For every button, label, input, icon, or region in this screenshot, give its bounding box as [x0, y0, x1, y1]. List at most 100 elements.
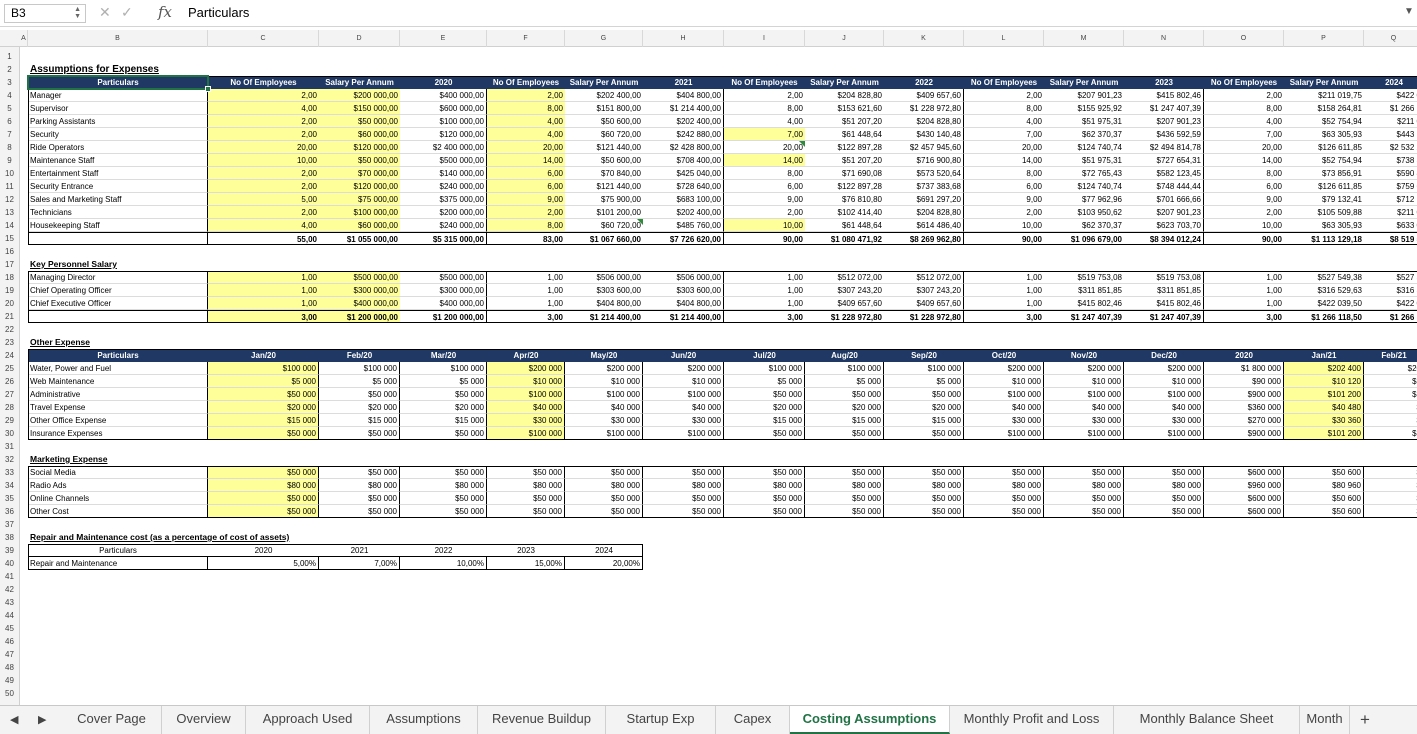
- salary-value[interactable]: $105 509,88: [1284, 206, 1364, 219]
- salary-value[interactable]: $51 975,31: [1044, 115, 1124, 128]
- other-expense-value[interactable]: $50 000: [208, 427, 319, 440]
- salary-row-label[interactable]: Supervisor: [28, 102, 208, 115]
- salary-value[interactable]: $121 440,00: [565, 141, 643, 154]
- other-expense-value[interactable]: $100 000: [487, 388, 565, 401]
- column-header-b[interactable]: B: [28, 30, 208, 47]
- other-expense-value[interactable]: $100 000: [964, 388, 1044, 401]
- key-personnel-value[interactable]: $300 000,00: [400, 284, 487, 297]
- sheet-tab-overview[interactable]: Overview: [162, 706, 246, 734]
- salary-value[interactable]: $211 0: [1364, 115, 1417, 128]
- salary-value[interactable]: $63 305,93: [1284, 128, 1364, 141]
- salary-header-cell[interactable]: Particulars: [28, 76, 208, 89]
- row-header-21[interactable]: 21: [0, 310, 19, 323]
- other-expense-value[interactable]: $30 000: [964, 414, 1044, 427]
- other-expense-value[interactable]: $101 200: [1284, 427, 1364, 440]
- row-header-5[interactable]: 5: [0, 102, 19, 115]
- salary-value[interactable]: $120 000,00: [319, 180, 400, 193]
- salary-value[interactable]: $443 1: [1364, 128, 1417, 141]
- marketing-value[interactable]: $50 000: [565, 492, 643, 505]
- repair-header-cell[interactable]: 2023: [487, 544, 565, 557]
- other-expense-value[interactable]: $1: [1364, 388, 1417, 401]
- salary-value[interactable]: $582 123,45: [1124, 167, 1204, 180]
- row-header-7[interactable]: 7: [0, 128, 19, 141]
- salary-header-cell[interactable]: No Of Employees: [487, 76, 565, 89]
- row-header-46[interactable]: 46: [0, 635, 19, 648]
- marketing-value[interactable]: $50 000: [964, 505, 1044, 518]
- other-expense-value[interactable]: $200 000: [643, 362, 724, 375]
- other-expense-header-cell[interactable]: Particulars: [28, 349, 208, 362]
- salary-value[interactable]: 2,00: [208, 115, 319, 128]
- row-header-28[interactable]: 28: [0, 401, 19, 414]
- row-header-26[interactable]: 26: [0, 375, 19, 388]
- salary-value[interactable]: $211 0: [1364, 206, 1417, 219]
- salary-value[interactable]: $122 897,28: [805, 141, 884, 154]
- salary-value[interactable]: $63 305,93: [1284, 219, 1364, 232]
- salary-total[interactable]: [28, 232, 208, 245]
- salary-header-cell[interactable]: No Of Employees: [724, 76, 805, 89]
- salary-header-cell[interactable]: No Of Employees: [1204, 76, 1284, 89]
- salary-header-cell[interactable]: 2023: [1124, 76, 1204, 89]
- other-expense-value[interactable]: $50 000: [319, 427, 400, 440]
- other-expense-value[interactable]: $40 000: [643, 401, 724, 414]
- key-personnel-value[interactable]: 1,00: [724, 297, 805, 310]
- other-expense-value[interactable]: $200 000: [565, 362, 643, 375]
- salary-value[interactable]: $100 000,00: [400, 115, 487, 128]
- key-personnel-value[interactable]: 1,00: [1204, 297, 1284, 310]
- other-expense-value[interactable]: $30 000: [1124, 414, 1204, 427]
- row-header-12[interactable]: 12: [0, 193, 19, 206]
- key-personnel-value[interactable]: $512 072,00: [884, 271, 964, 284]
- salary-row-label[interactable]: Security Entrance: [28, 180, 208, 193]
- key-personnel-title[interactable]: Key Personnel Salary: [28, 258, 248, 271]
- next-sheet-icon[interactable]: ▶: [38, 713, 46, 726]
- key-personnel-total[interactable]: $1 266 118,50: [1284, 310, 1364, 323]
- salary-value[interactable]: 14,00: [1204, 154, 1284, 167]
- salary-value[interactable]: $158 264,81: [1284, 102, 1364, 115]
- row-header-2[interactable]: 2: [0, 63, 19, 76]
- sheet-tab-capex[interactable]: Capex: [716, 706, 790, 734]
- other-expense-header-cell[interactable]: Jan/21: [1284, 349, 1364, 362]
- salary-value[interactable]: 9,00: [724, 193, 805, 206]
- other-expense-value[interactable]: $900 000: [1204, 388, 1284, 401]
- salary-value[interactable]: 9,00: [487, 193, 565, 206]
- marketing-value[interactable]: $50 000: [487, 492, 565, 505]
- marketing-value[interactable]: $50 000: [643, 505, 724, 518]
- other-expense-value[interactable]: $50 000: [805, 388, 884, 401]
- other-expense-header-cell[interactable]: 2020: [1204, 349, 1284, 362]
- salary-header-cell[interactable]: Salary Per Annum: [1284, 76, 1364, 89]
- salary-value[interactable]: $759 6: [1364, 180, 1417, 193]
- salary-value[interactable]: $75 900,00: [565, 193, 643, 206]
- other-expense-value[interactable]: $5 000: [319, 375, 400, 388]
- salary-value[interactable]: 2,00: [487, 206, 565, 219]
- salary-value[interactable]: 8,00: [487, 219, 565, 232]
- marketing-expense-title[interactable]: Marketing Expense: [28, 453, 208, 466]
- salary-value[interactable]: 2,00: [724, 206, 805, 219]
- row-header-24[interactable]: 24: [0, 349, 19, 362]
- other-expense-value[interactable]: $20 000: [724, 401, 805, 414]
- other-expense-label[interactable]: Other Office Expense: [28, 414, 208, 427]
- marketing-value[interactable]: $50 000: [319, 505, 400, 518]
- other-expense-value[interactable]: $30 000: [643, 414, 724, 427]
- salary-row-label[interactable]: Sales and Marketing Staff: [28, 193, 208, 206]
- salary-total[interactable]: $7 726 620,00: [643, 232, 724, 245]
- key-personnel-value[interactable]: $400 000,00: [319, 297, 400, 310]
- marketing-value[interactable]: $80 000: [1124, 479, 1204, 492]
- key-personnel-value[interactable]: $404 800,00: [643, 297, 724, 310]
- salary-header-cell[interactable]: Salary Per Annum: [1044, 76, 1124, 89]
- salary-value[interactable]: 2,00: [964, 89, 1044, 102]
- other-expense-value[interactable]: $100 000: [964, 427, 1044, 440]
- name-box[interactable]: B3 ▲ ▼: [4, 4, 86, 23]
- row-header-37[interactable]: 37: [0, 518, 19, 531]
- salary-value[interactable]: $2 457 945,60: [884, 141, 964, 154]
- salary-value[interactable]: $72 765,43: [1044, 167, 1124, 180]
- key-personnel-label[interactable]: Chief Operating Officer: [28, 284, 208, 297]
- marketing-value[interactable]: $50 000: [805, 505, 884, 518]
- other-expense-header-cell[interactable]: Mar/20: [400, 349, 487, 362]
- row-header-33[interactable]: 33: [0, 466, 19, 479]
- salary-value[interactable]: 8,00: [1204, 167, 1284, 180]
- salary-total[interactable]: 83,00: [487, 232, 565, 245]
- key-personnel-total[interactable]: [28, 310, 208, 323]
- sheet-tab-month[interactable]: Month: [1300, 706, 1350, 734]
- other-expense-value[interactable]: $100 000: [643, 427, 724, 440]
- salary-value[interactable]: $404 800,00: [643, 89, 724, 102]
- salary-total[interactable]: $1 096 679,00: [1044, 232, 1124, 245]
